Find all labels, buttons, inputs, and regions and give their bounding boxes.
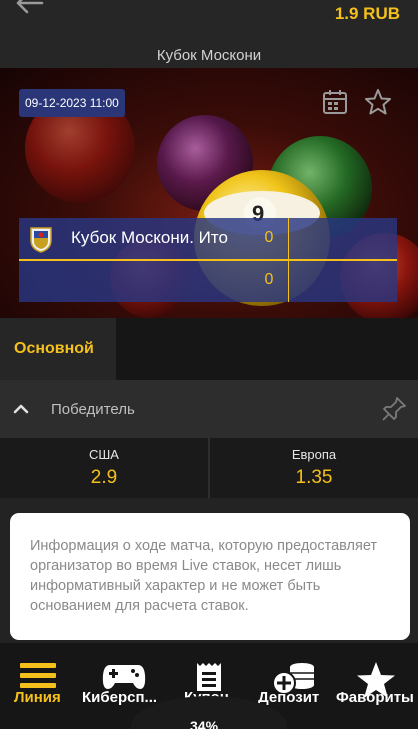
page-title-bar: Кубок Москони (0, 42, 418, 68)
team-row: Кубок Москони. Ито 0 (19, 218, 397, 259)
calendar-icon[interactable] (322, 89, 348, 115)
market-group-title: Победитель (51, 401, 135, 418)
team2-score: 0 (264, 271, 274, 288)
odds-row: США 2.9 Европа 1.35 (0, 438, 418, 498)
team-row: 0 (19, 261, 397, 302)
bottom-partial-text: 34% (190, 718, 219, 729)
nav-item-line[interactable]: Линия (0, 643, 78, 729)
score-column-divider (288, 218, 289, 302)
pin-icon[interactable] (380, 395, 408, 423)
nav-label: Киберсп... (82, 689, 158, 706)
top-bar: 1.9 RUB (0, 0, 418, 42)
nav-item-favorites[interactable]: Фавориты (334, 643, 418, 729)
balance[interactable]: 1.9 RUB (335, 4, 400, 24)
outcome-usa[interactable]: США 2.9 (0, 438, 208, 498)
match-hero: 9 09-12-2023 11:00 Кубок Москони. Ито 0 … (0, 68, 418, 318)
outcome-name: США (89, 447, 119, 462)
outcome-europe[interactable]: Европа 1.35 (210, 438, 418, 498)
chevron-up-icon[interactable] (12, 400, 30, 418)
outcome-odd: 1.35 (295, 467, 333, 488)
nav-label: Фавориты (336, 689, 414, 706)
tab-main-label: Основной (14, 340, 94, 357)
market-group-header[interactable]: Победитель (0, 380, 418, 438)
page-title: Кубок Москони (156, 47, 262, 64)
market-tabs: Основной (0, 318, 418, 380)
scoreboard: Кубок Москони. Ито 0 0 (19, 218, 397, 302)
tab-main[interactable]: Основной (0, 318, 116, 380)
nav-label: Линия (14, 689, 61, 706)
back-arrow-icon[interactable] (14, 0, 48, 22)
outcome-name: Европа (291, 447, 337, 462)
info-notice-text: Информация о ходе матча, которую предост… (30, 538, 378, 614)
info-notice: Информация о ходе матча, которую предост… (10, 513, 410, 640)
nav-label: Депозит (258, 689, 320, 706)
favorite-star-icon[interactable] (364, 88, 392, 116)
outcome-odd: 2.9 (90, 467, 118, 488)
team-name: Кубок Москони. Ито (71, 228, 228, 247)
team1-score: 0 (264, 229, 274, 246)
lines-icon (20, 663, 56, 688)
team-emblem-icon (30, 227, 52, 253)
match-date-badge: 09-12-2023 11:00 (19, 89, 125, 117)
